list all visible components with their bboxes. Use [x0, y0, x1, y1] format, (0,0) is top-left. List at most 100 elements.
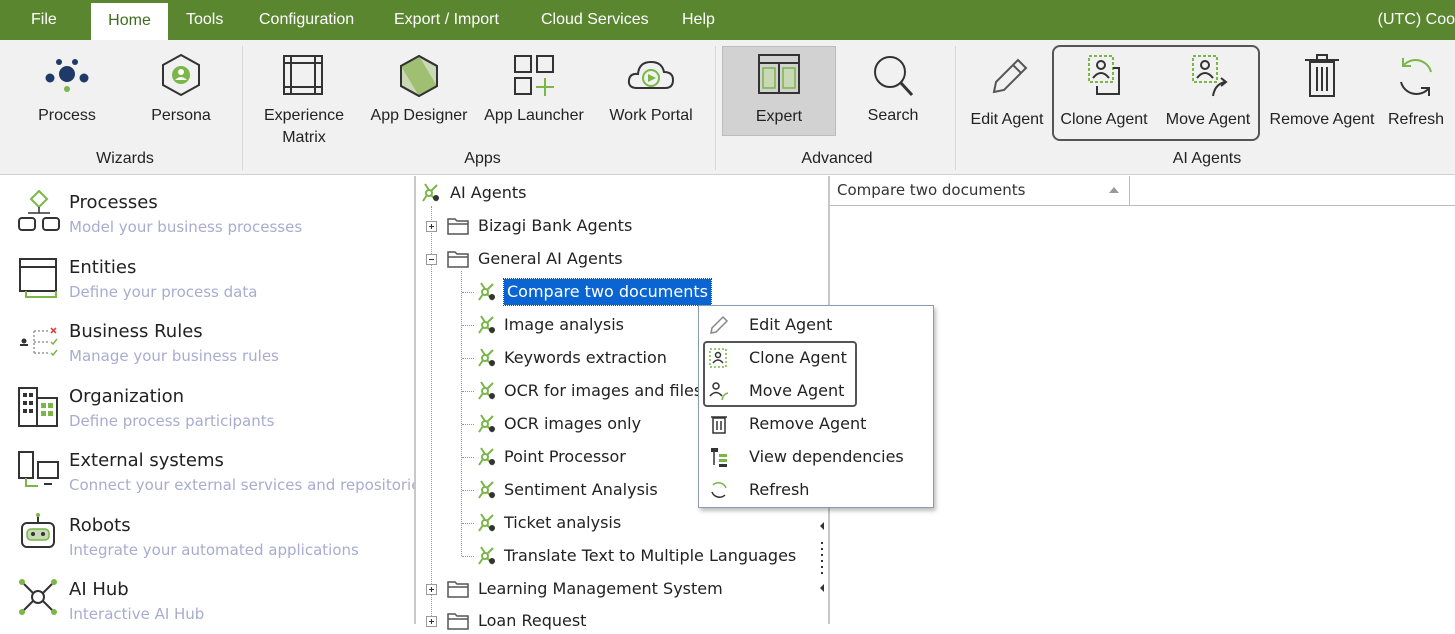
external-systems-icon — [18, 451, 59, 487]
agent-label: OCR for images and files — [504, 381, 703, 400]
ctx-remove-agent[interactable]: Remove Agent — [699, 407, 933, 440]
nav-description: Define process participants — [69, 412, 275, 430]
entities-icon — [19, 258, 57, 298]
app-launcher-button[interactable]: App Launcher — [480, 40, 588, 155]
agent-label: Point Processor — [504, 447, 626, 466]
persona-icon — [162, 53, 200, 97]
nav-robots[interactable]: Robots Integrate your automated applicat… — [0, 503, 414, 567]
context-menu: Edit Agent Clone Agent Move Agent Remove… — [698, 305, 934, 508]
edit-agent-label: Edit Agent — [970, 111, 1044, 128]
ai-agent-icon — [478, 513, 495, 532]
nav-title: Organization — [69, 386, 185, 407]
folder-icon — [447, 218, 469, 235]
agent-label: Keywords extraction — [504, 348, 667, 367]
tree-connector — [462, 424, 474, 425]
trash-icon — [1305, 54, 1339, 97]
tree-connector — [462, 325, 474, 326]
nav-title: AI Hub — [69, 579, 129, 600]
nav-business-rules[interactable]: Business Rules Manage your business rule… — [0, 309, 414, 373]
agent-label: Sentiment Analysis — [504, 480, 658, 499]
edit-agent-button[interactable]: Edit Agent — [963, 40, 1051, 155]
ctx-refresh[interactable]: Refresh — [699, 473, 933, 506]
module-navigation: Processes Model your business processes … — [0, 176, 428, 624]
menu-help[interactable]: Help — [682, 0, 715, 40]
processes-icon — [18, 189, 60, 231]
expand-icon[interactable] — [426, 221, 437, 232]
robot-icon — [21, 513, 55, 548]
folder-icon — [447, 613, 469, 630]
ai-agent-icon — [478, 546, 495, 565]
app-designer-icon — [400, 54, 438, 98]
agent-label: OCR images only — [504, 414, 642, 433]
ctx-view-dependencies[interactable]: View dependencies — [699, 440, 933, 473]
agent-label: Ticket analysis — [504, 513, 622, 532]
agent-label: Translate Text to Multiple Languages — [504, 546, 797, 565]
menu-export-import[interactable]: Export / Import — [394, 0, 499, 40]
highlight-box — [703, 341, 857, 407]
expand-icon[interactable] — [426, 616, 437, 627]
expand-icon[interactable] — [426, 584, 437, 595]
ctx-label: View dependencies — [749, 447, 904, 466]
splitter-grip[interactable] — [818, 520, 826, 624]
organization-icon — [18, 387, 58, 427]
nav-description: Manage your business rules — [69, 347, 279, 365]
group-divider — [955, 46, 956, 170]
group-divider — [242, 46, 243, 170]
work-portal-button[interactable]: Work Portal — [600, 40, 702, 155]
apps-group-label: Apps — [464, 150, 501, 167]
experience-label-2: Matrix — [282, 129, 326, 146]
folder-label: General AI Agents — [478, 249, 623, 268]
menu-file[interactable]: File — [31, 0, 57, 40]
tree-connector — [462, 391, 474, 392]
refresh-button[interactable]: Refresh — [1384, 40, 1448, 155]
ai-agents-group-label: AI Agents — [1172, 150, 1242, 167]
process-wizard-button[interactable]: Process — [20, 40, 114, 155]
column-header[interactable]: Compare two documents — [830, 176, 1130, 206]
nav-external-systems[interactable]: External systems Connect your external s… — [0, 438, 428, 502]
nav-ai-hub[interactable]: AI Hub Interactive AI Hub — [0, 567, 414, 631]
menu-tools[interactable]: Tools — [186, 0, 223, 40]
nav-title: Robots — [69, 515, 131, 536]
persona-wizard-button[interactable]: Persona — [134, 40, 228, 155]
experience-matrix-icon — [283, 55, 323, 95]
tree-connector — [462, 457, 474, 458]
agent-label: Image analysis — [504, 315, 624, 334]
ai-agent-icon — [478, 348, 495, 367]
ai-agent-icon — [478, 315, 495, 334]
ai-agent-icon — [478, 381, 495, 400]
app-designer-button[interactable]: App Designer — [366, 40, 472, 155]
ribbon: Process Persona Wizards Experience Matri… — [0, 40, 1455, 175]
nav-description: Interactive AI Hub — [69, 605, 205, 623]
advanced-group-label: Advanced — [801, 150, 873, 167]
ai-agent-icon — [478, 480, 495, 499]
nav-organization[interactable]: Organization Define process participants — [0, 374, 414, 438]
nav-entities[interactable]: Entities Define your process data — [0, 245, 414, 309]
menu-configuration[interactable]: Configuration — [259, 0, 354, 40]
collapse-icon[interactable] — [426, 254, 437, 265]
expert-button[interactable]: Expert — [722, 46, 836, 136]
menu-cloud-services[interactable]: Cloud Services — [541, 0, 649, 40]
search-label: Search — [867, 107, 919, 124]
ai-hub-icon — [19, 579, 57, 615]
search-button[interactable]: Search — [846, 40, 940, 155]
tree-root-label: AI Agents — [450, 183, 527, 202]
ai-agent-icon — [478, 447, 495, 466]
folder-label: Bizagi Bank Agents — [478, 216, 633, 235]
pencil-icon — [710, 315, 729, 334]
nav-title: Entities — [69, 257, 137, 278]
menu-home[interactable]: Home — [91, 3, 168, 40]
remove-agent-button[interactable]: Remove Agent — [1264, 40, 1380, 155]
trash-icon — [711, 416, 727, 434]
nav-description: Integrate your automated applications — [69, 541, 359, 559]
cloud-play-icon — [627, 60, 675, 89]
ctx-edit-agent[interactable]: Edit Agent — [699, 308, 933, 341]
remove-agent-label: Remove Agent — [1269, 111, 1375, 128]
tree-connector — [462, 556, 474, 557]
ai-agent-icon — [478, 414, 495, 433]
nav-title: Processes — [69, 192, 158, 213]
folder-open-icon — [447, 251, 469, 268]
nav-processes[interactable]: Processes Model your business processes — [0, 180, 414, 244]
menu-bar: File Home Tools Configuration Export / I… — [0, 0, 1455, 40]
expert-label: Expert — [755, 108, 803, 125]
experience-matrix-button[interactable]: Experience Matrix — [258, 40, 350, 155]
